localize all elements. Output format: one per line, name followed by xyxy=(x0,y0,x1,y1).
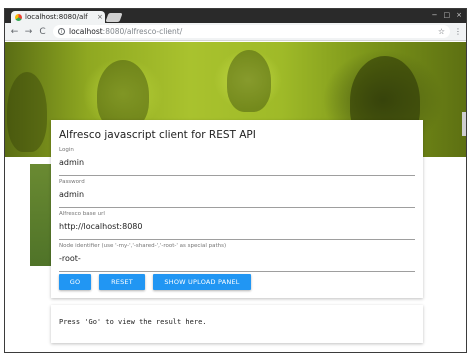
tab-close-icon[interactable]: × xyxy=(97,13,103,21)
hero-person-shape xyxy=(7,72,47,152)
login-label: Login xyxy=(59,147,74,153)
node-id-input[interactable] xyxy=(59,254,415,263)
base-url-field: Alfresco base url xyxy=(59,209,415,240)
chrome-favicon-icon xyxy=(15,13,22,21)
scrollbar-thumb[interactable] xyxy=(462,112,466,136)
info-icon[interactable]: i xyxy=(58,28,65,35)
password-input[interactable] xyxy=(59,190,415,199)
password-label: Password xyxy=(59,179,85,185)
bookmark-star-icon[interactable]: ☆ xyxy=(438,27,445,36)
new-tab-button[interactable] xyxy=(105,13,123,22)
reload-icon[interactable]: C xyxy=(37,27,48,37)
url-host: localhost xyxy=(69,27,103,36)
password-field: Password xyxy=(59,177,415,208)
tab-strip: localhost:8080/alf × − □ × xyxy=(5,9,466,23)
go-button[interactable]: GO xyxy=(59,274,91,290)
close-window-icon[interactable]: × xyxy=(456,11,462,19)
browser-menu-icon[interactable]: ⋮ xyxy=(454,27,462,36)
hero-person-shape xyxy=(227,50,271,112)
side-image-strip xyxy=(30,164,52,266)
url-path: :8080/alfresco-client/ xyxy=(102,27,183,36)
action-buttons: GO RESET SHOW UPLOAD PANEL xyxy=(59,274,251,290)
page-content: Alfresco javascript client for REST API … xyxy=(5,42,466,352)
result-card: Press 'Go' to view the result here. xyxy=(51,305,423,343)
tab-title: localhost:8080/alf xyxy=(25,13,88,21)
browser-toolbar: ← → C i localhost :8080/alfresco-client/… xyxy=(5,23,466,41)
address-bar[interactable]: i localhost :8080/alfresco-client/ ☆ xyxy=(53,25,450,38)
base-url-input[interactable] xyxy=(59,222,415,231)
window-controls: − □ × xyxy=(432,11,462,19)
page-title: Alfresco javascript client for REST API xyxy=(59,129,256,141)
maximize-icon[interactable]: □ xyxy=(444,11,451,19)
browser-tab[interactable]: localhost:8080/alf × xyxy=(11,11,105,23)
minimize-icon[interactable]: − xyxy=(432,11,438,19)
forward-arrow-icon[interactable]: → xyxy=(23,27,34,37)
node-id-label: Node identifier (use '-my-','-shared-','… xyxy=(59,243,227,249)
node-id-field: Node identifier (use '-my-','-shared-','… xyxy=(59,241,415,272)
login-input[interactable] xyxy=(59,158,415,167)
login-form-card: Alfresco javascript client for REST API … xyxy=(51,120,423,298)
reset-button[interactable]: RESET xyxy=(99,274,145,290)
login-field: Login xyxy=(59,145,415,176)
result-text: Press 'Go' to view the result here. xyxy=(59,318,207,326)
base-url-label: Alfresco base url xyxy=(59,211,105,217)
show-upload-panel-button[interactable]: SHOW UPLOAD PANEL xyxy=(153,274,251,290)
back-arrow-icon[interactable]: ← xyxy=(9,27,20,37)
browser-window: localhost:8080/alf × − □ × ← → C i local… xyxy=(4,8,467,353)
